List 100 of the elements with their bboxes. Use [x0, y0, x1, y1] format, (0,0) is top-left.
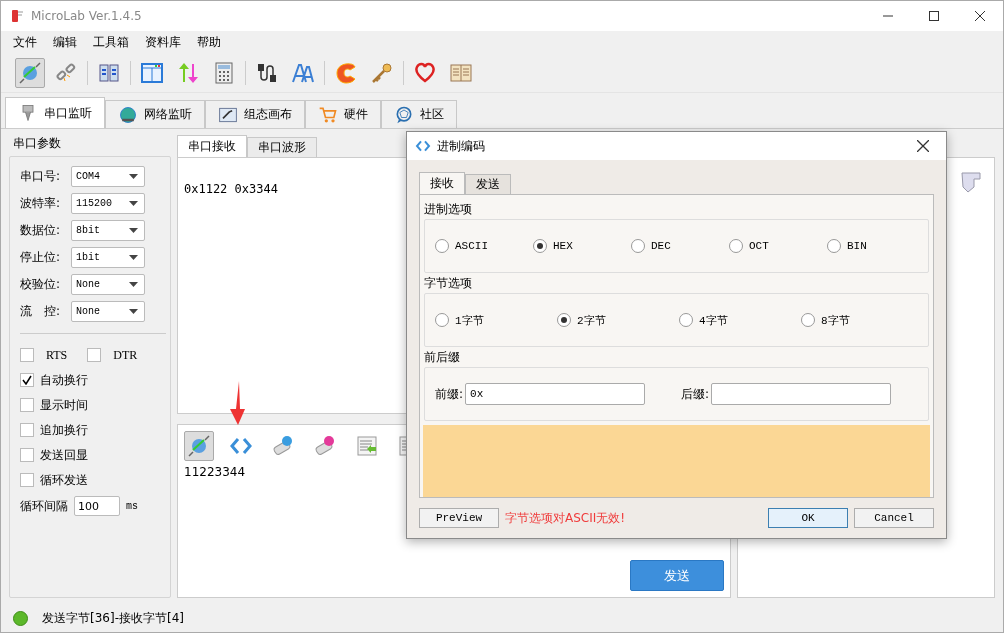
- checkbox[interactable]: [20, 348, 34, 362]
- caret-icon: [129, 254, 138, 260]
- field-label: 流 控:: [20, 302, 62, 320]
- app-logo-icon: [9, 8, 25, 24]
- radio-label: ASCII: [455, 240, 488, 252]
- tab[interactable]: 串口波形: [247, 137, 317, 157]
- checkbox-label: 循环发送: [40, 471, 88, 489]
- mask-icon: [960, 170, 982, 194]
- cancel-button[interactable]: Cancel: [854, 508, 934, 528]
- radio-button[interactable]: [435, 239, 449, 253]
- angle-brackets-icon: [415, 138, 431, 154]
- main-tab[interactable]: 组态画布: [205, 100, 305, 128]
- radio-label: 4字节: [699, 313, 728, 328]
- checkbox[interactable]: [20, 423, 34, 437]
- field-label: 循环间隔: [20, 497, 68, 515]
- field-label: 波特率:: [20, 194, 62, 212]
- caret-icon: [129, 281, 138, 287]
- dropdown[interactable]: None: [71, 273, 145, 295]
- eraser-icon: [271, 434, 295, 458]
- eraser-icon: [313, 434, 337, 458]
- dropdown[interactable]: 8bit: [71, 219, 145, 241]
- network-globe-icon: [394, 104, 414, 125]
- radio-button[interactable]: [533, 239, 547, 253]
- checkbox-label: RTS: [46, 347, 68, 363]
- checkbox-label: 自动换行: [40, 371, 88, 389]
- caret-icon: [129, 227, 138, 233]
- radio-button[interactable]: [679, 313, 693, 327]
- menu-item[interactable]: 文件: [5, 33, 45, 51]
- close-icon: [975, 11, 985, 21]
- flame-letter-icon: [334, 60, 358, 85]
- interval-field[interactable]: 100: [74, 496, 120, 516]
- dropdown[interactable]: 115200: [71, 192, 145, 214]
- main-tab[interactable]: 硬件: [305, 100, 381, 128]
- main-tab[interactable]: 串口监听: [5, 97, 105, 128]
- checkbox[interactable]: [87, 348, 102, 362]
- group-title: 串口参数: [12, 135, 62, 152]
- field-label: 前缀:: [435, 385, 464, 403]
- menu-item[interactable]: 资料库: [137, 33, 189, 51]
- receive-text: 0x1122 0x3344: [184, 182, 278, 196]
- close-icon: [917, 140, 929, 152]
- dropdown[interactable]: COM4: [71, 165, 145, 187]
- radio-label: BIN: [847, 240, 867, 252]
- checkbox[interactable]: [20, 473, 34, 487]
- menu-item[interactable]: 帮助: [189, 33, 229, 51]
- main-tab[interactable]: 网络监听: [105, 100, 205, 128]
- menu-item[interactable]: 编辑: [45, 33, 85, 51]
- caret-icon: [129, 173, 138, 179]
- field-label: 数据位:: [20, 221, 62, 239]
- heart-icon: [413, 60, 437, 85]
- dropdown[interactable]: 1bit: [71, 246, 145, 268]
- field-label: 校验位:: [20, 275, 62, 293]
- caret-icon: [129, 200, 138, 206]
- radio-button[interactable]: [631, 239, 645, 253]
- checkbox-label: DTR: [113, 347, 138, 363]
- key-icon: [370, 60, 394, 85]
- warning-text: 字节选项对ASCII无效!: [505, 509, 626, 527]
- checkbox-label: 追加换行: [40, 421, 88, 439]
- checkbox-label: 发送回显: [40, 446, 88, 464]
- radio-button[interactable]: [729, 239, 743, 253]
- dialog-title: 进制编码: [437, 137, 485, 155]
- field-label: 停止位:: [20, 248, 62, 266]
- maximize-icon: [929, 11, 939, 21]
- calculator-icon: [212, 60, 236, 85]
- checkbox[interactable]: [20, 373, 34, 387]
- preview-button[interactable]: PreView: [419, 508, 499, 528]
- window-title: MicroLab Ver.1.4.5: [31, 9, 142, 23]
- suffix-field[interactable]: [711, 383, 892, 405]
- radio-label: 1字节: [455, 313, 484, 328]
- prefix-field[interactable]: 0x: [465, 383, 646, 405]
- tab[interactable]: 串口接收: [177, 135, 247, 157]
- field-label: 串口号:: [20, 167, 62, 185]
- unit-label: ms: [126, 500, 138, 512]
- group-title: 字节选项: [424, 274, 473, 292]
- globe-icon: [118, 104, 138, 125]
- tab[interactable]: 发送: [465, 174, 511, 194]
- plug-ball-icon: [187, 434, 211, 458]
- radio-label: DEC: [651, 240, 671, 252]
- group-title: 前后缀: [424, 348, 461, 366]
- radio-label: 2字节: [577, 313, 606, 328]
- window-layout-icon: [140, 60, 164, 85]
- group-title: 进制选项: [424, 200, 473, 218]
- checkbox[interactable]: [20, 448, 34, 462]
- radio-label: HEX: [553, 240, 573, 252]
- radio-button[interactable]: [801, 313, 815, 327]
- main-tab[interactable]: 社区: [381, 100, 457, 128]
- tab[interactable]: 接收: [419, 172, 465, 194]
- checkbox-label: 显示时间: [40, 396, 88, 414]
- radio-button[interactable]: [435, 313, 449, 327]
- caret-icon: [129, 308, 138, 314]
- radio-label: 8字节: [821, 313, 850, 328]
- checkbox[interactable]: [20, 398, 34, 412]
- send-text: 11223344: [184, 465, 247, 479]
- menu-item[interactable]: 工具箱: [85, 33, 137, 51]
- plug-ball-icon: [18, 60, 42, 85]
- dropdown[interactable]: None: [71, 300, 145, 322]
- radio-button[interactable]: [827, 239, 841, 253]
- status-text: 发送字节[36]-接收字节[4]: [42, 609, 184, 627]
- radio-button[interactable]: [557, 313, 571, 327]
- radio-label: OCT: [749, 240, 769, 252]
- ok-button[interactable]: OK: [768, 508, 848, 528]
